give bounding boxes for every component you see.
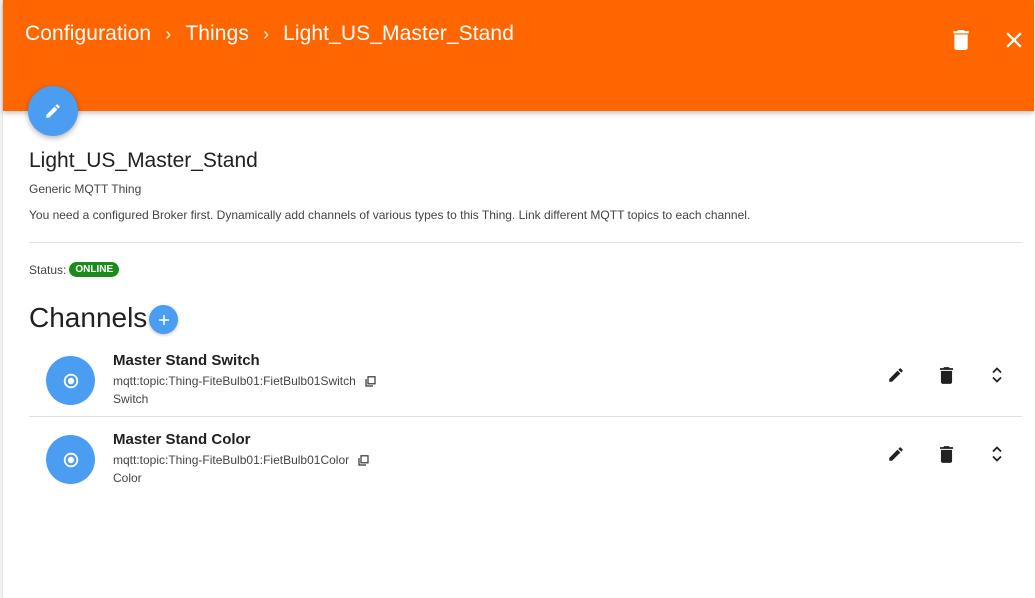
thing-description: You need a configured Broker first. Dyna…: [29, 208, 751, 222]
channel-type: Switch: [113, 392, 149, 406]
plus-icon: [158, 314, 169, 325]
status-label: Status:: [29, 262, 67, 277]
chevron-up-down-icon: [992, 446, 1002, 462]
channel-label: Master Stand Switch: [113, 352, 260, 369]
expand-channel-button[interactable]: [984, 362, 1010, 388]
status-badge: ONLINE: [69, 262, 120, 277]
channel-radio-icon: [46, 435, 95, 484]
delete-channel-button[interactable]: [933, 441, 959, 467]
channel-uid: mqtt:topic:Thing-FiteBulb01:FietBulb01Co…: [113, 453, 369, 467]
pencil-icon: [46, 104, 60, 118]
copy-icon[interactable]: [358, 454, 369, 466]
chevron-up-down-icon: [992, 367, 1002, 383]
breadcrumb: Configuration › Things › Light_US_Master…: [25, 22, 514, 46]
thing-type: Generic MQTT Thing: [29, 182, 142, 196]
close-button[interactable]: [1000, 26, 1028, 54]
channel-label: Master Stand Color: [113, 431, 251, 448]
expand-channel-button[interactable]: [984, 441, 1010, 467]
breadcrumb-separator: ›: [165, 23, 172, 44]
channel-item[interactable]: Master Stand Color mqtt:topic:Thing-Fite…: [29, 427, 1022, 505]
thing-title: Light_US_Master_Stand: [29, 149, 258, 172]
channel-item[interactable]: Master Stand Switch mqtt:topic:Thing-Fit…: [29, 348, 1022, 426]
breadcrumb-configuration[interactable]: Configuration: [25, 22, 151, 46]
thing-status: Status: ONLINE: [29, 262, 120, 277]
divider: [29, 242, 1022, 243]
copy-icon[interactable]: [365, 375, 376, 387]
pencil-icon: [889, 447, 903, 461]
header-bar: Configuration › Things › Light_US_Master…: [3, 0, 1034, 111]
breadcrumb-separator: ›: [262, 23, 270, 44]
delete-thing-button[interactable]: [947, 26, 975, 54]
edit-channel-button[interactable]: [883, 362, 909, 388]
trash-icon: [953, 30, 969, 50]
trash-icon: [939, 445, 953, 463]
delete-channel-button[interactable]: [933, 362, 959, 388]
channel-uid-text: mqtt:topic:Thing-FiteBulb01:FietBulb01Sw…: [113, 374, 356, 388]
trash-icon: [939, 366, 953, 384]
breadcrumb-things[interactable]: Things: [185, 22, 249, 46]
divider: [29, 416, 1022, 417]
channels-heading: Channels: [29, 302, 148, 333]
channel-radio-icon: [46, 356, 95, 405]
pencil-icon: [889, 368, 903, 382]
breadcrumb-current-thing: Light_US_Master_Stand: [283, 22, 514, 45]
channel-type: Color: [113, 471, 142, 485]
close-icon: [1006, 32, 1022, 48]
add-channel-button[interactable]: [149, 305, 178, 334]
edit-channel-button[interactable]: [883, 441, 909, 467]
edit-thing-button[interactable]: [28, 86, 78, 136]
channel-uid-text: mqtt:topic:Thing-FiteBulb01:FietBulb01Co…: [113, 453, 350, 467]
channel-uid: mqtt:topic:Thing-FiteBulb01:FietBulb01Sw…: [113, 374, 376, 388]
